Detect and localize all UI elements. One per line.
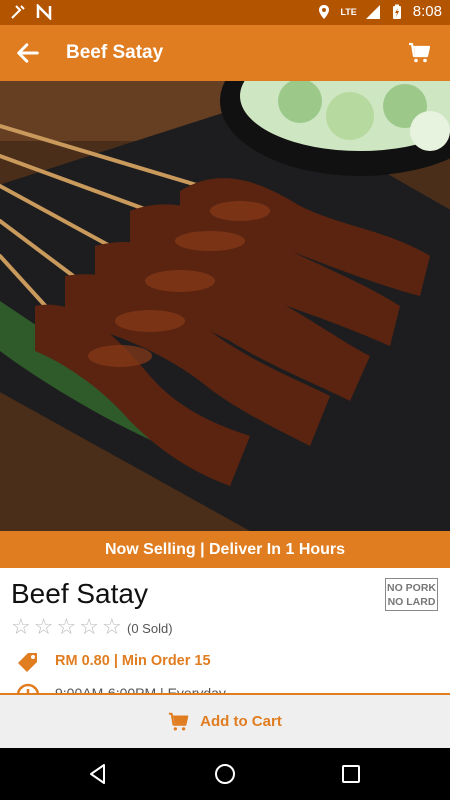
price-tag-icon [18, 653, 37, 672]
star-empty-icon: ☆ [33, 614, 54, 639]
cart-icon[interactable] [408, 41, 432, 65]
beef-satay-photo [0, 81, 450, 531]
network-label: LTE [340, 6, 357, 17]
nav-home-icon[interactable] [213, 762, 237, 786]
arrow-back-icon[interactable] [14, 39, 42, 67]
add-to-cart-button[interactable]: Add to Cart [0, 695, 450, 748]
location-icon [319, 4, 330, 19]
nav-recents-icon[interactable] [339, 762, 363, 786]
badge-line: NO PORK [386, 582, 436, 594]
app-bar: Beef Satay [0, 25, 450, 81]
system-nav-bar [0, 748, 450, 800]
signal-icon [365, 4, 380, 19]
badge-line: NO LARD [387, 596, 436, 608]
sold-count: (0 Sold) [127, 621, 173, 636]
product-name: Beef Satay [11, 578, 148, 609]
add-to-cart-bar: Add to Cart [0, 695, 450, 748]
halal-badge: NO PORK NO LARD [385, 578, 438, 611]
star-empty-icon: ☆ [101, 614, 122, 639]
status-bar: LTE 8:08 [0, 0, 450, 25]
status-time: 8:08 [412, 3, 442, 20]
battery-icon [392, 4, 401, 19]
product-image[interactable] [0, 81, 450, 531]
price-text: RM 0.80 | Min Order 15 [55, 653, 211, 669]
selling-banner: Now Selling | Deliver In 1 Hours [0, 531, 450, 568]
cart-add-icon [169, 712, 189, 731]
product-details: Beef Satay NO PORK NO LARD ☆ ☆ ☆ ☆ ☆ (0 … [0, 568, 450, 694]
page-title: Beef Satay [66, 42, 164, 63]
nav-back-icon[interactable] [86, 762, 110, 786]
n-icon [36, 4, 52, 20]
tools-icon [11, 5, 25, 19]
rating-stars: ☆ ☆ ☆ ☆ ☆ [11, 616, 122, 638]
add-to-cart-label: Add to Cart [200, 713, 282, 730]
star-empty-icon: ☆ [79, 614, 99, 639]
star-empty-icon: ☆ [56, 614, 77, 639]
star-empty-icon: ☆ [11, 614, 31, 639]
